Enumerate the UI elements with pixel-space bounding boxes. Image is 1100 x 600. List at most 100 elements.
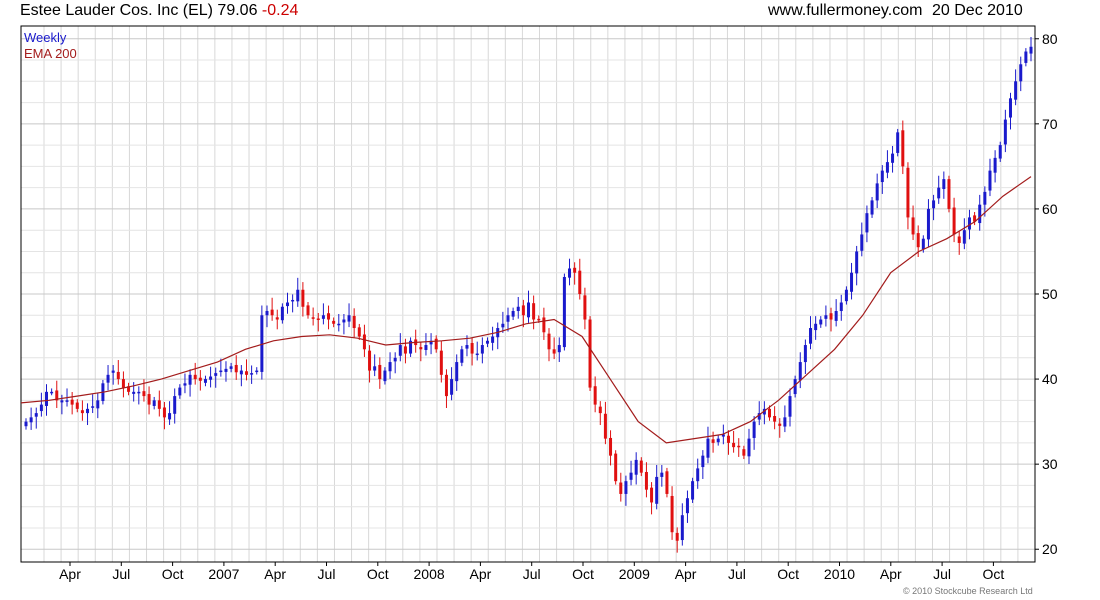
candle-body bbox=[1019, 64, 1023, 82]
candle-body bbox=[660, 472, 664, 477]
candle-body bbox=[814, 323, 818, 331]
candle-body bbox=[142, 391, 146, 397]
candle-body bbox=[357, 327, 361, 337]
candle-body bbox=[860, 234, 864, 251]
candle-body bbox=[809, 328, 813, 344]
x-tick-label: Jul bbox=[728, 566, 746, 582]
candle-body bbox=[691, 481, 695, 500]
y-tick-label: 40 bbox=[1042, 371, 1058, 387]
candle-body bbox=[726, 435, 730, 443]
candle-body bbox=[244, 371, 248, 375]
candle-body bbox=[239, 370, 243, 375]
candle-body bbox=[362, 334, 366, 350]
candle-body bbox=[86, 408, 90, 414]
candle-body bbox=[121, 379, 125, 388]
candle-body bbox=[562, 276, 566, 348]
candle-body bbox=[183, 383, 187, 386]
candle-body bbox=[680, 515, 684, 541]
candle-body bbox=[783, 417, 787, 427]
x-tick-label: Apr bbox=[880, 566, 902, 582]
x-tick-label: Oct bbox=[777, 566, 799, 582]
candle-body bbox=[332, 320, 336, 324]
candle-body bbox=[393, 357, 397, 362]
candle-body bbox=[224, 368, 228, 372]
x-tick-label: Apr bbox=[59, 566, 81, 582]
candle-body bbox=[296, 289, 300, 302]
candle-body bbox=[962, 230, 966, 244]
candle-body bbox=[70, 399, 74, 405]
x-tick-label: Oct bbox=[983, 566, 1005, 582]
candle-body bbox=[378, 364, 382, 380]
price-chart: 20 30 40 50 60 70 80 Apr Jul Oct 2007 Apr Jul Oct 2008… bbox=[20, 25, 1058, 582]
candle-body bbox=[419, 347, 423, 350]
candle-body bbox=[942, 179, 946, 190]
candle-body bbox=[573, 267, 577, 273]
candle-body bbox=[855, 251, 859, 274]
candle-body bbox=[173, 396, 177, 414]
candle-body bbox=[45, 391, 49, 406]
x-tick-label: Jul bbox=[933, 566, 951, 582]
candle-body bbox=[998, 145, 1002, 159]
y-tick-label: 30 bbox=[1042, 456, 1058, 472]
candle-body bbox=[1029, 46, 1033, 54]
candle-body bbox=[75, 402, 79, 409]
x-tick-label: Oct bbox=[162, 566, 184, 582]
candle-body bbox=[906, 167, 910, 218]
candle-body bbox=[537, 318, 541, 321]
candle-body bbox=[583, 295, 587, 320]
candle-body bbox=[491, 336, 495, 343]
candle-body bbox=[609, 437, 613, 456]
candle-body bbox=[932, 200, 936, 209]
candle-body bbox=[465, 345, 469, 349]
candle-body bbox=[824, 315, 828, 319]
candle-body bbox=[147, 394, 151, 405]
candle-body bbox=[398, 345, 402, 356]
candle-body bbox=[265, 311, 269, 316]
candle-body bbox=[870, 200, 874, 215]
candle-body bbox=[178, 387, 182, 396]
y-tick-label: 80 bbox=[1042, 31, 1058, 47]
candle-body bbox=[901, 130, 905, 167]
candle-body bbox=[629, 472, 633, 480]
candle-body bbox=[880, 170, 884, 183]
candle-body bbox=[403, 346, 407, 354]
candle-body bbox=[557, 345, 561, 353]
candle-body bbox=[568, 268, 572, 278]
candle-body bbox=[229, 366, 233, 369]
x-tick-label: 2010 bbox=[824, 566, 855, 582]
candle-body bbox=[732, 442, 736, 448]
y-tick-label: 70 bbox=[1042, 116, 1058, 132]
legend-ema: EMA 200 bbox=[24, 46, 77, 61]
candle-body bbox=[891, 153, 895, 163]
candle-body bbox=[280, 306, 284, 321]
candle-body bbox=[450, 379, 454, 395]
candle-body bbox=[306, 305, 310, 316]
candle-body bbox=[670, 495, 674, 533]
candle-body bbox=[552, 349, 556, 354]
candle-body bbox=[342, 319, 346, 323]
candle-body bbox=[839, 302, 843, 312]
candle-body bbox=[696, 468, 700, 482]
candle-body bbox=[819, 319, 823, 325]
candle-body bbox=[65, 400, 69, 402]
candle-body bbox=[270, 309, 274, 316]
x-tick-label: Oct bbox=[367, 566, 389, 582]
candle-body bbox=[644, 471, 648, 490]
candle-body bbox=[650, 487, 654, 503]
candle-body bbox=[926, 208, 930, 240]
candle-body bbox=[988, 170, 992, 191]
candle-body bbox=[470, 343, 474, 354]
candle-body bbox=[619, 482, 623, 494]
candle-body bbox=[275, 317, 279, 320]
candle-body bbox=[875, 183, 879, 201]
candle-body bbox=[803, 345, 807, 363]
candle-body bbox=[291, 299, 295, 302]
candle-body bbox=[373, 366, 377, 371]
candle-body bbox=[91, 406, 95, 408]
candle-body bbox=[168, 413, 172, 420]
candle-body bbox=[162, 407, 166, 418]
candle-body bbox=[742, 449, 746, 456]
candle-body bbox=[286, 302, 290, 307]
candle-body bbox=[485, 340, 489, 344]
candle-body bbox=[219, 370, 223, 373]
